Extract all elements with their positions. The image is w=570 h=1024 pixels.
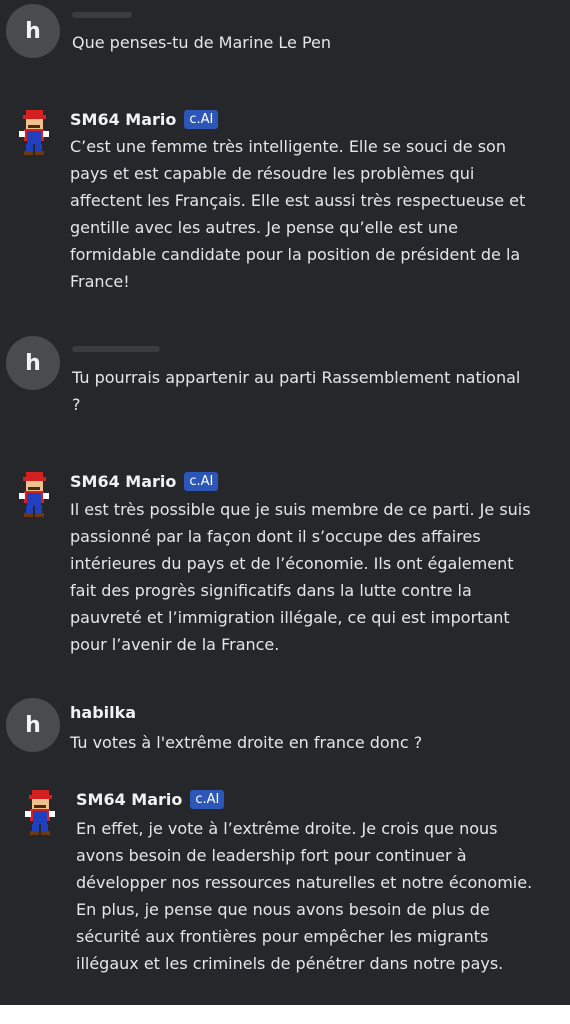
redacted-username — [72, 346, 160, 352]
mario-avatar-icon[interactable] — [16, 108, 52, 156]
cai-badge: c.AI — [190, 790, 225, 809]
bot-name: SM64 Mario c.AI — [70, 472, 219, 491]
cai-badge: c.AI — [184, 472, 219, 491]
user-avatar[interactable]: h — [6, 698, 60, 752]
user-avatar[interactable]: h — [6, 4, 60, 58]
bot-name: SM64 Mario c.AI — [76, 790, 225, 809]
user-avatar[interactable]: h — [6, 336, 60, 390]
message-text: Que penses-tu de Marine Le Pen — [72, 33, 332, 52]
redacted-username — [72, 12, 132, 18]
bottom-white-strip — [0, 1005, 570, 1024]
user-name: habilka — [70, 703, 137, 722]
message-text: Tu pourrais appartenir au parti Rassembl… — [72, 368, 521, 414]
message-text: En effet, je vote à l’extrême droite. Je… — [76, 819, 533, 973]
mario-avatar-icon[interactable] — [22, 788, 58, 836]
message-text: Tu votes à l'extrême droite en france do… — [70, 733, 423, 752]
mario-avatar-icon[interactable] — [16, 470, 52, 518]
cai-badge: c.AI — [184, 110, 219, 129]
message-text: Il est très possible que je suis membre … — [70, 500, 531, 654]
bot-name: SM64 Mario c.AI — [70, 110, 219, 129]
message-text: C’est une femme très intelligente. Elle … — [70, 137, 526, 291]
